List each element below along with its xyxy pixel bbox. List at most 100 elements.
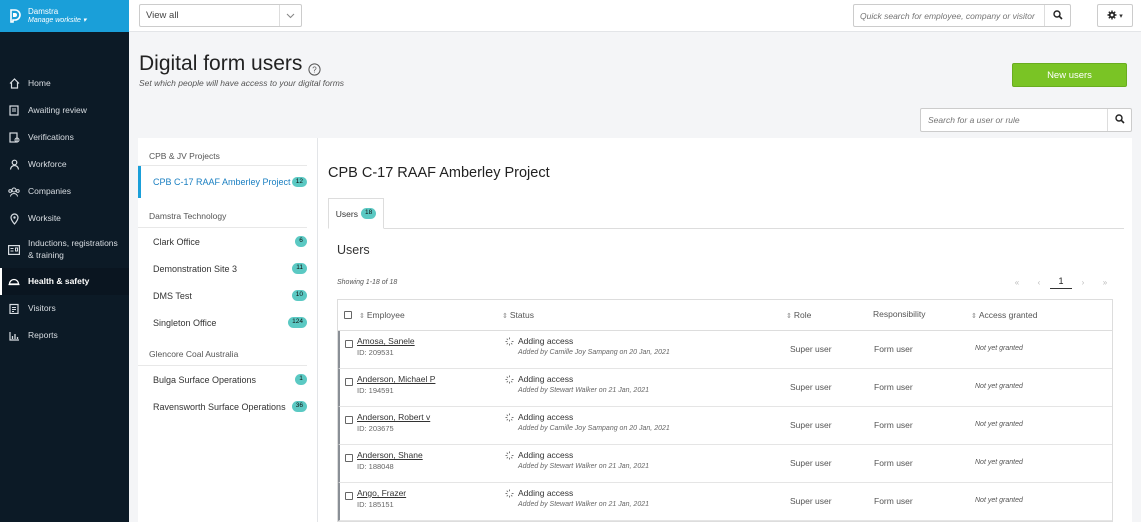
access-granted-text: Not yet granted (975, 421, 1023, 428)
nav-label: Health & safety (28, 275, 90, 286)
select-all-checkbox[interactable] (344, 311, 352, 319)
next-page-icon[interactable]: › (1072, 278, 1094, 287)
nav-item-verifications[interactable]: Verifications (0, 124, 129, 151)
settings-menu-button[interactable]: ▾ (1097, 4, 1133, 27)
nav-item-workforce[interactable]: Workforce (0, 151, 129, 178)
col-label: Employee (366, 310, 405, 320)
employee-cell: Anderson, Michael P ID: 194591 (357, 374, 435, 395)
site-name: Ravensworth Surface Operations (153, 401, 286, 412)
group-heading: CPB & JV Projects (138, 138, 307, 166)
help-icon[interactable]: ? (308, 58, 321, 76)
employee-name-link[interactable]: Anderson, Shane (357, 450, 423, 460)
employee-id: ID: 185151 (357, 500, 394, 509)
added-by-text: Added by Stewart Walker on 21 Jan, 2021 (518, 387, 650, 394)
loading-spinner-icon (505, 337, 514, 346)
nav-item-health-safety[interactable]: Health & safety (0, 268, 129, 295)
site-item-dms-test[interactable]: DMS Test 10 (138, 282, 317, 309)
nav-item-reports[interactable]: Reports (0, 322, 129, 349)
search-button[interactable] (1044, 5, 1070, 26)
col-role[interactable]: ⇕ Role (786, 310, 811, 320)
worksite-switcher-label: Manage worksite (28, 16, 81, 24)
worksite-switcher[interactable]: Manage worksite ▾ (28, 17, 86, 25)
home-icon (8, 78, 20, 90)
site-name: Clark Office (153, 236, 200, 247)
col-employee[interactable]: ⇕ Employee (359, 310, 405, 320)
site-item-bulga[interactable]: Bulga Surface Operations 1 (138, 366, 317, 393)
row-checkbox[interactable] (345, 454, 353, 462)
role-text: Super user (790, 382, 832, 392)
employee-name-link[interactable]: Ango, Frazer (357, 488, 406, 498)
col-access[interactable]: ⇕ Access granted (971, 310, 1037, 320)
first-page-icon[interactable]: « (1006, 278, 1028, 287)
brand-name: Damstra (28, 7, 59, 17)
site-item-clark-office[interactable]: Clark Office 6 (138, 228, 317, 255)
gear-icon (1107, 9, 1117, 23)
rule-search-button[interactable] (1107, 109, 1131, 131)
brand-header[interactable]: Damstra Manage worksite ▾ (0, 0, 129, 32)
document-icon (8, 105, 20, 117)
main-nav: Home Awaiting review Verifications Workf… (0, 70, 129, 349)
employee-id: ID: 209531 (357, 348, 394, 357)
nav-item-home[interactable]: Home (0, 70, 129, 97)
status-text: Adding access (518, 374, 574, 384)
access-granted-text: Not yet granted (975, 459, 1023, 466)
row-checkbox[interactable] (345, 340, 353, 348)
user-rule-search-input[interactable] (921, 109, 1101, 131)
site-name: DMS Test (153, 290, 192, 301)
view-select[interactable]: View all (139, 4, 302, 27)
status-text: Adding access (518, 450, 574, 460)
nav-label: Home (28, 77, 51, 88)
search-icon (1114, 113, 1125, 127)
nav-item-worksite[interactable]: Worksite (0, 205, 129, 232)
table-row: Anderson, Michael P ID: 194591 Adding acce… (338, 369, 1112, 407)
quick-search-input[interactable] (854, 10, 1044, 21)
nav-item-visitors[interactable]: Visitors (0, 295, 129, 322)
row-checkbox[interactable] (345, 378, 353, 386)
status-cell: Adding access Added by Camille Joy Sampan… (505, 412, 670, 432)
nav-item-awaiting-review[interactable]: Awaiting review (0, 97, 129, 124)
row-checkbox[interactable] (345, 492, 353, 500)
site-item-cpb-c17[interactable]: CPB C-17 RAAF Amberley Project 12 (138, 166, 317, 198)
col-status[interactable]: ⇕ Status (502, 310, 534, 320)
employee-name-link[interactable]: Anderson, Michael P (357, 374, 435, 384)
nav-label: Worksite (28, 212, 61, 223)
nav-item-companies[interactable]: Companies (0, 178, 129, 205)
col-label: Role (793, 310, 812, 320)
last-page-icon[interactable]: » (1094, 278, 1116, 287)
nav-label: Awaiting review (28, 104, 87, 115)
view-select-value: View all (146, 10, 179, 21)
employee-cell: Ango, Frazer ID: 185151 (357, 488, 406, 509)
site-item-ravensworth[interactable]: Ravensworth Surface Operations 36 (138, 393, 317, 420)
site-name: CPB C-17 RAAF Amberley Project (153, 177, 291, 187)
status-cell: Adding access Added by Camille Joy Sampan… (505, 336, 670, 356)
site-name: Singleton Office (153, 317, 217, 328)
count-badge: 11 (292, 263, 307, 274)
row-checkbox[interactable] (345, 416, 353, 424)
col-label: Access granted (978, 310, 1038, 320)
role-text: Super user (790, 496, 832, 506)
loading-spinner-icon (505, 489, 514, 498)
current-page[interactable]: 1 (1050, 276, 1072, 289)
site-item-demonstration-site-3[interactable]: Demonstration Site 3 11 (138, 255, 317, 282)
col-label: Status (509, 310, 534, 320)
added-by-text: Added by Stewart Walker on 21 Jan, 2021 (518, 501, 650, 508)
group-heading: Damstra Technology (138, 198, 307, 228)
site-item-singleton-office[interactable]: Singleton Office 124 (138, 309, 317, 336)
tab-users[interactable]: Users 18 (328, 198, 384, 229)
quick-search (853, 4, 1071, 27)
new-users-button[interactable]: New users (1012, 63, 1127, 87)
table-row: Anderson, Shane ID: 188048 Adding access Ad… (338, 445, 1112, 483)
table-header: ⇕ Employee ⇕ Status ⇕ Role Responsibility ⇕… (338, 300, 1112, 331)
employee-id: ID: 188048 (357, 462, 394, 471)
employee-name-link[interactable]: Amosa, Sanele (357, 336, 415, 346)
employee-name-link[interactable]: Anderson, Robert v (357, 412, 430, 422)
id-card-icon (8, 244, 20, 256)
chevron-down-icon (279, 5, 301, 26)
location-pin-icon (8, 212, 20, 225)
prev-page-icon[interactable]: ‹ (1028, 278, 1050, 287)
status-cell: Adding access Added by Stewart Walker on … (505, 374, 649, 394)
caret-down-icon: ▾ (82, 16, 87, 24)
count-badge: 124 (288, 317, 307, 328)
count-badge: 18 (360, 208, 377, 219)
nav-item-inductions[interactable]: Inductions, registrations & training (0, 232, 129, 268)
